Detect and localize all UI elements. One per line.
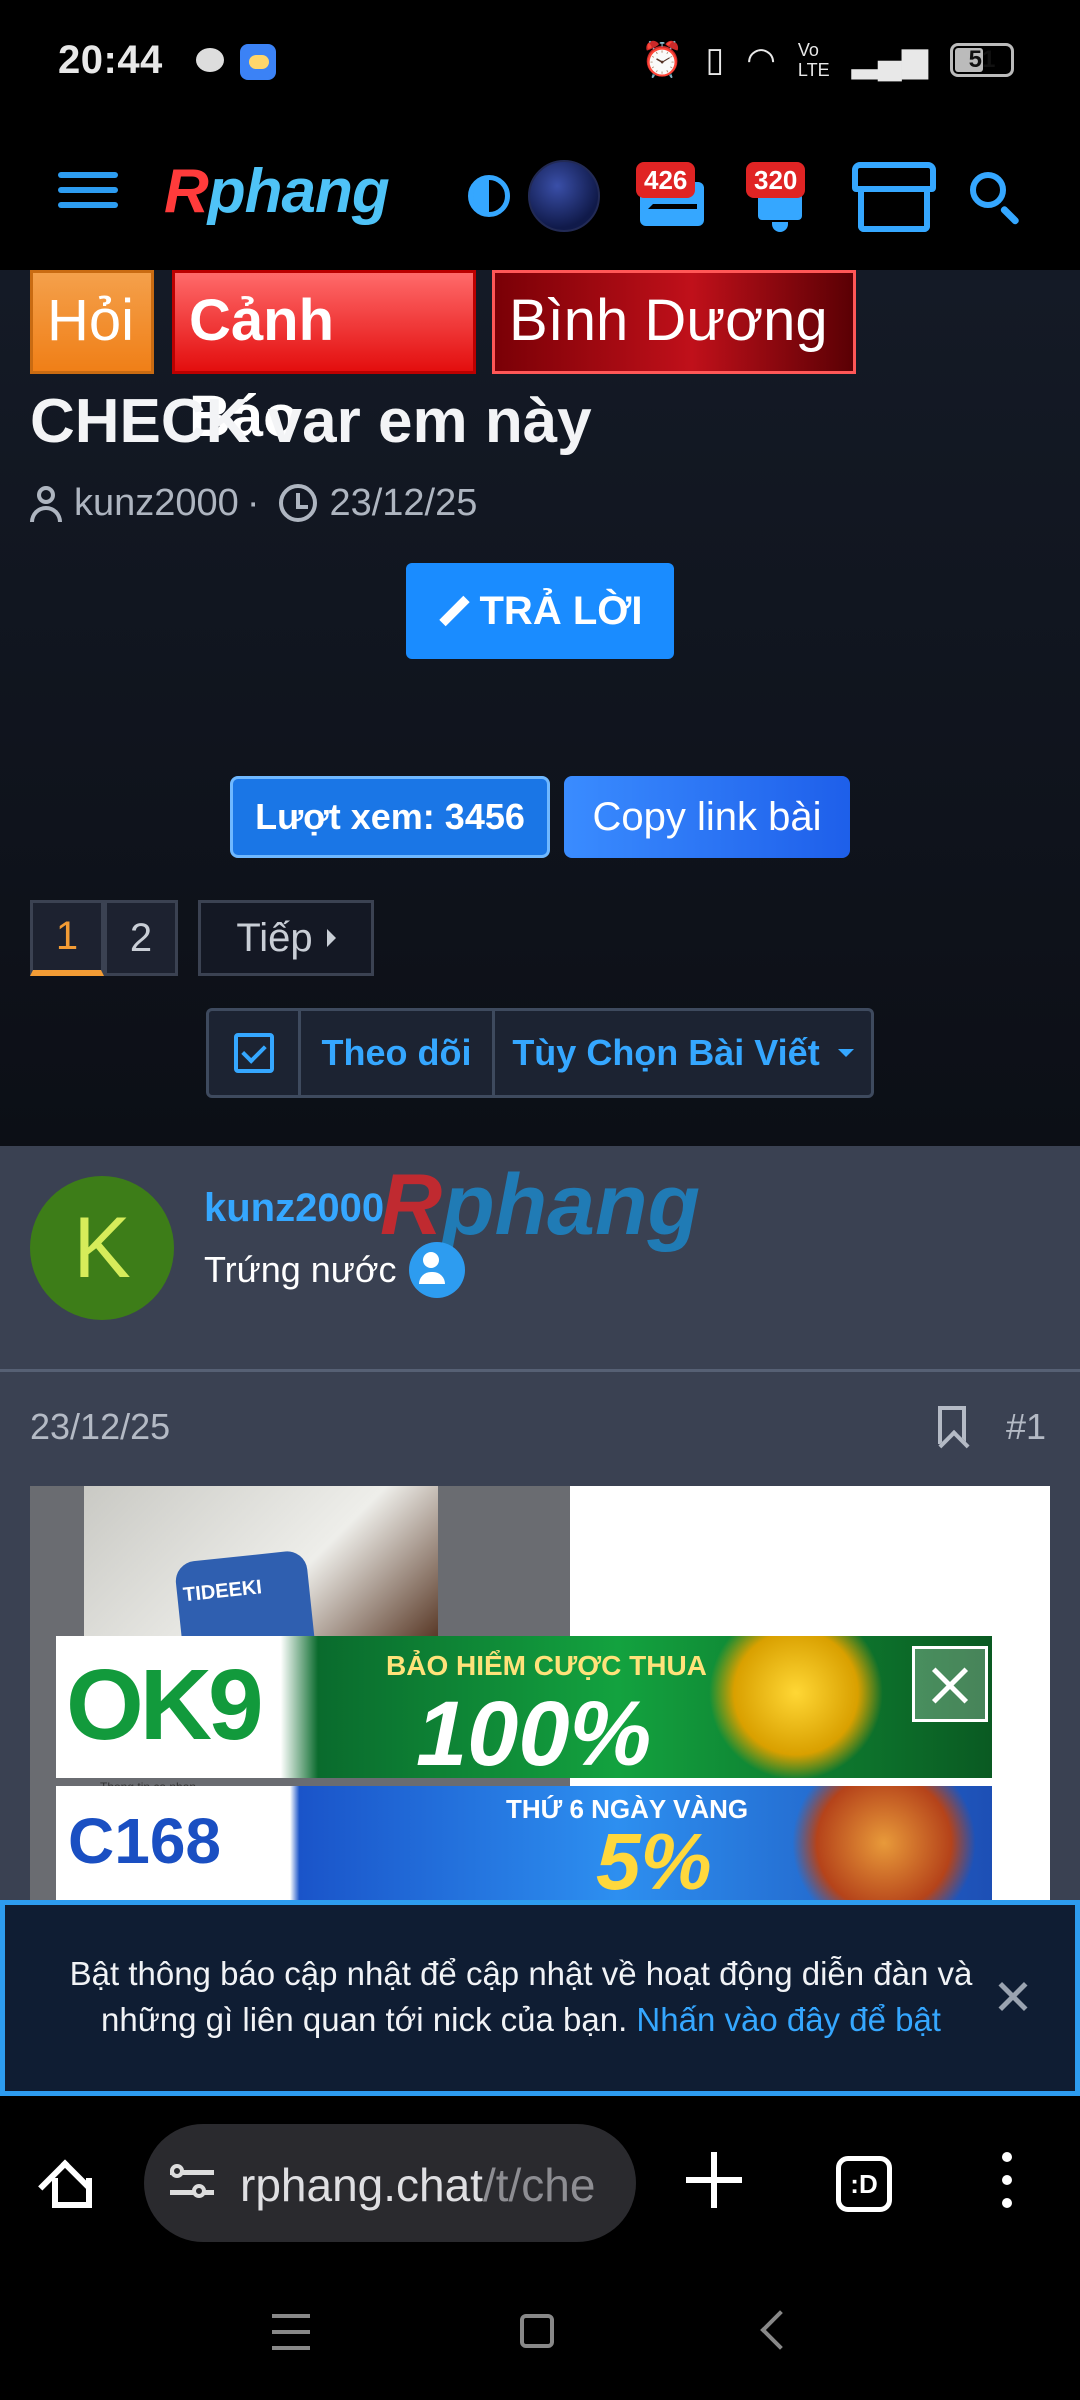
thread-options-label: Tùy Chọn Bài Viết: [512, 1032, 820, 1073]
status-bar: 20:44 ⏰ ▯ ◠ Vo LTE ▂▄▆ 51: [0, 0, 1080, 122]
thread-options-bar: Theo dõi Tùy Chọn Bài Viết: [206, 1008, 874, 1098]
status-time: 20:44: [58, 38, 163, 82]
post-username[interactable]: kunz2000: [204, 1186, 384, 1231]
post-date[interactable]: 23/12/25: [30, 1406, 170, 1448]
clock-icon: [279, 484, 318, 522]
site-header: Rphang 426 320: [0, 122, 1080, 270]
status-icons: ⏰ ▯ ◠ Vo LTE ▂▄▆ 51: [641, 38, 1014, 82]
caret-right-icon: [326, 929, 336, 947]
reply-button[interactable]: TRẢ LỜI: [406, 563, 674, 659]
site-logo[interactable]: Rphang: [164, 156, 390, 227]
close-ad-icon[interactable]: [912, 1646, 988, 1722]
user-avatar-button[interactable]: [528, 160, 600, 232]
prefix-canh-bao[interactable]: Cảnh Báo: [172, 270, 476, 449]
notifications-badge: 320: [746, 162, 806, 198]
ad-banner-ok9[interactable]: OK9 BẢO HIỂM CƯỢC THUA 100%: [56, 1636, 992, 1785]
notice-text: Bật thông báo cập nhật để cập nhật về ho…: [61, 1951, 981, 2043]
pagination: 1 2 Tiếp: [30, 900, 374, 976]
bookmark-icon[interactable]: [938, 1406, 966, 1444]
site-settings-icon[interactable]: [170, 2162, 214, 2204]
system-nav-bar: [0, 2270, 1080, 2400]
watermark-logo: Rphang: [380, 1157, 701, 1253]
thread-header: Hỏi Cảnh Báo Bình Dương CHECK var em này…: [0, 270, 1080, 1146]
ok9-percent: 100%: [416, 1683, 652, 1785]
search-icon[interactable]: [968, 170, 1024, 226]
page-1[interactable]: 1: [30, 900, 104, 976]
user-title: Trứng nước: [204, 1242, 465, 1298]
recents-icon[interactable]: [272, 2314, 310, 2350]
back-icon[interactable]: [762, 2312, 798, 2350]
more-menu-icon[interactable]: [998, 2152, 1016, 2214]
vibrate-icon: ▯: [705, 41, 725, 79]
ad-player-image: [706, 1636, 886, 1778]
volte-icon: Vo LTE: [797, 40, 830, 80]
enable-notifications-link[interactable]: Nhấn vào đây để bật: [636, 2001, 941, 2038]
home-icon[interactable]: [38, 2154, 100, 2214]
ok9-headline: BẢO HIỂM CƯỢC THUA: [386, 1650, 707, 1681]
chevron-down-icon: [837, 1049, 854, 1057]
address-bar[interactable]: rphang.chat/t/che: [144, 2124, 636, 2242]
post-number[interactable]: #1: [1006, 1406, 1046, 1448]
photo-thumbnail: [84, 1486, 438, 1636]
new-tab-icon[interactable]: [686, 2152, 742, 2208]
pencil-icon: [438, 596, 468, 626]
notifications-button[interactable]: 320: [746, 162, 808, 234]
push-notice-banner: Bật thông báo cập nhật để cập nhật về ho…: [0, 1900, 1080, 2096]
post-user-block: K kunz2000 Rphang Trứng nước: [0, 1146, 1080, 1372]
ad-dragon-image: [776, 1786, 992, 1900]
c168-logo: C168: [68, 1805, 221, 1877]
thread-options-dropdown[interactable]: Tùy Chọn Bài Viết: [495, 1011, 871, 1095]
alarm-icon: ⏰: [641, 41, 684, 79]
wifi-icon: ◠: [746, 41, 776, 79]
reply-label: TRẢ LỜI: [479, 588, 643, 633]
battery-level: 51: [968, 46, 996, 73]
next-label: Tiếp: [236, 915, 313, 960]
prefix-hoi[interactable]: Hỏi: [30, 270, 154, 374]
views-count-button[interactable]: Lượt xem: 3456: [230, 776, 550, 858]
battery-icon: 51: [950, 43, 1014, 77]
thread-date[interactable]: 23/12/25: [329, 482, 477, 525]
meta-separator: ·: [246, 481, 260, 524]
signal-icon: ▂▄▆: [851, 41, 928, 79]
close-icon[interactable]: [995, 1979, 1031, 2015]
user-badge-icon: [408, 1242, 465, 1298]
store-icon[interactable]: [852, 162, 936, 236]
ok9-logo: OK9: [66, 1649, 264, 1761]
post-avatar[interactable]: K: [30, 1176, 174, 1320]
select-checkbox[interactable]: [209, 1011, 301, 1095]
ad-banner-c168[interactable]: C168 THỨ 6 NGÀY VÀNG 5%: [56, 1786, 992, 1906]
inbox-button[interactable]: 426: [636, 162, 704, 226]
user-icon: [30, 484, 62, 522]
follow-button[interactable]: Theo dõi: [301, 1011, 495, 1095]
c168-percent: 5%: [596, 1817, 712, 1906]
page-2[interactable]: 2: [104, 900, 178, 976]
url-text: rphang.chat/t/che: [240, 2159, 596, 2211]
theme-toggle-icon[interactable]: [468, 175, 510, 217]
tab-switcher-button[interactable]: :D: [836, 2156, 892, 2212]
weather-icon: [240, 44, 276, 80]
prefix-binh-duong[interactable]: Bình Dương: [492, 270, 856, 374]
inbox-badge: 426: [636, 162, 696, 198]
copy-link-button[interactable]: Copy link bài: [564, 776, 850, 858]
next-page-button[interactable]: Tiếp: [198, 900, 374, 976]
user-title-text: Trứng nước: [204, 1249, 397, 1290]
message-icon: [196, 48, 224, 72]
nav-home-icon[interactable]: [520, 2314, 554, 2348]
checkbox-icon: [233, 1033, 274, 1073]
menu-icon[interactable]: [58, 172, 118, 216]
thread-author[interactable]: kunz2000: [74, 482, 239, 525]
thread-title: CHECK var em này: [30, 387, 592, 456]
browser-toolbar: rphang.chat/t/che :D: [0, 2096, 1080, 2270]
thread-meta: kunz2000 · 23/12/25: [30, 480, 477, 526]
